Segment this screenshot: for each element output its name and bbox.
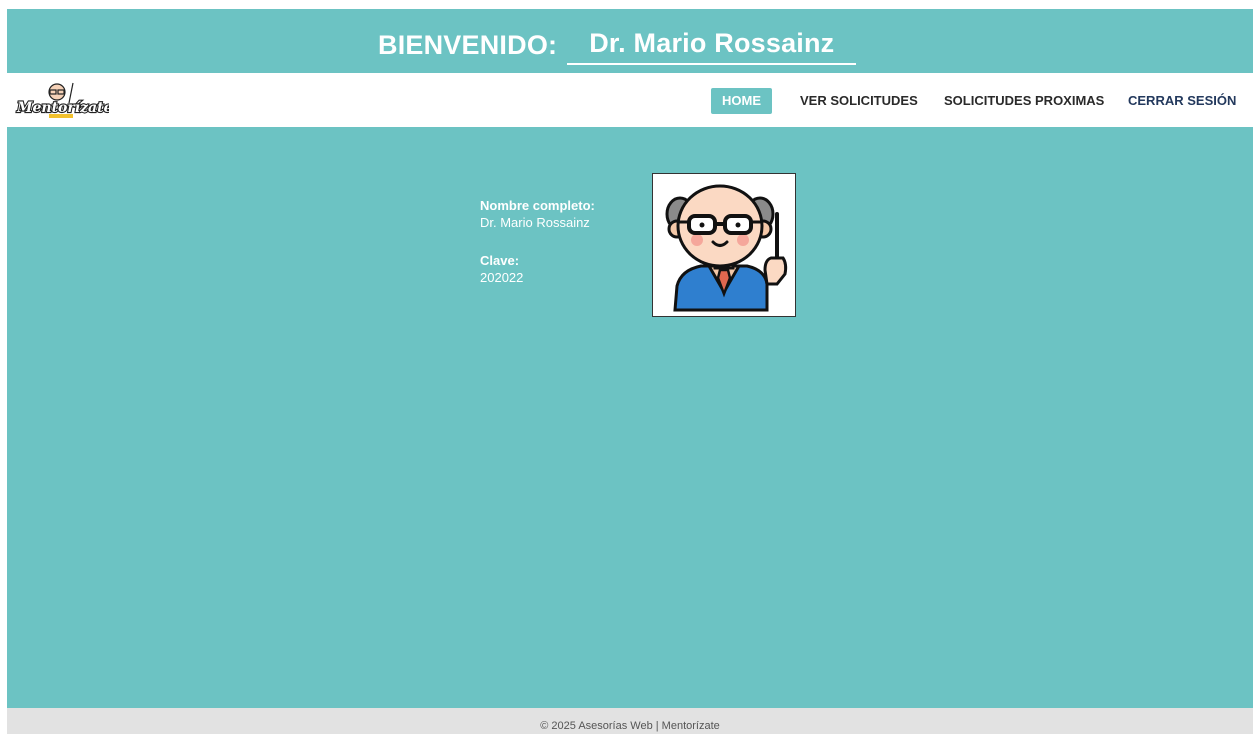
nav-home[interactable]: HOME bbox=[711, 88, 772, 114]
name-label: Nombre completo: bbox=[480, 198, 595, 213]
key-label: Clave: bbox=[480, 253, 520, 268]
page-background: BIENVENIDO: Dr. Mario Rossainz Mentoríza… bbox=[7, 9, 1253, 734]
nav-cerrar-sesion[interactable]: CERRAR SESIÓN bbox=[1128, 88, 1236, 114]
footer-copyright: © 2025 Asesorías Web | Mentorízate bbox=[540, 720, 720, 732]
nav-solicitudes-proximas[interactable]: SOLICITUDES PROXIMAS bbox=[944, 88, 1104, 114]
footer: © 2025 Asesorías Web | Mentorízate bbox=[7, 708, 1253, 734]
logo-teacher-head-icon bbox=[48, 83, 66, 101]
logo-wordmark: Mentorízate bbox=[16, 100, 109, 116]
welcome-label: BIENVENIDO: bbox=[378, 30, 558, 60]
teacher-avatar-icon bbox=[665, 184, 788, 312]
navbar: Mentorízate HOME VER SOLICITUDES SOLICIT… bbox=[7, 73, 1253, 127]
name-value: Dr. Mario Rossainz bbox=[480, 215, 590, 230]
welcome-heading: BIENVENIDO: Dr. Mario Rossainz bbox=[378, 21, 857, 65]
welcome-banner: BIENVENIDO: Dr. Mario Rossainz bbox=[7, 9, 1253, 73]
nav-ver-solicitudes[interactable]: VER SOLICITUDES bbox=[800, 88, 918, 114]
profile-avatar bbox=[652, 173, 796, 317]
profile-info: Nombre completo: Dr. Mario Rossainz Clav… bbox=[480, 197, 595, 286]
mentorizate-logo[interactable]: Mentorízate bbox=[13, 81, 109, 121]
key-value: 202022 bbox=[480, 270, 524, 285]
welcome-user-name: Dr. Mario Rossainz bbox=[567, 23, 857, 65]
